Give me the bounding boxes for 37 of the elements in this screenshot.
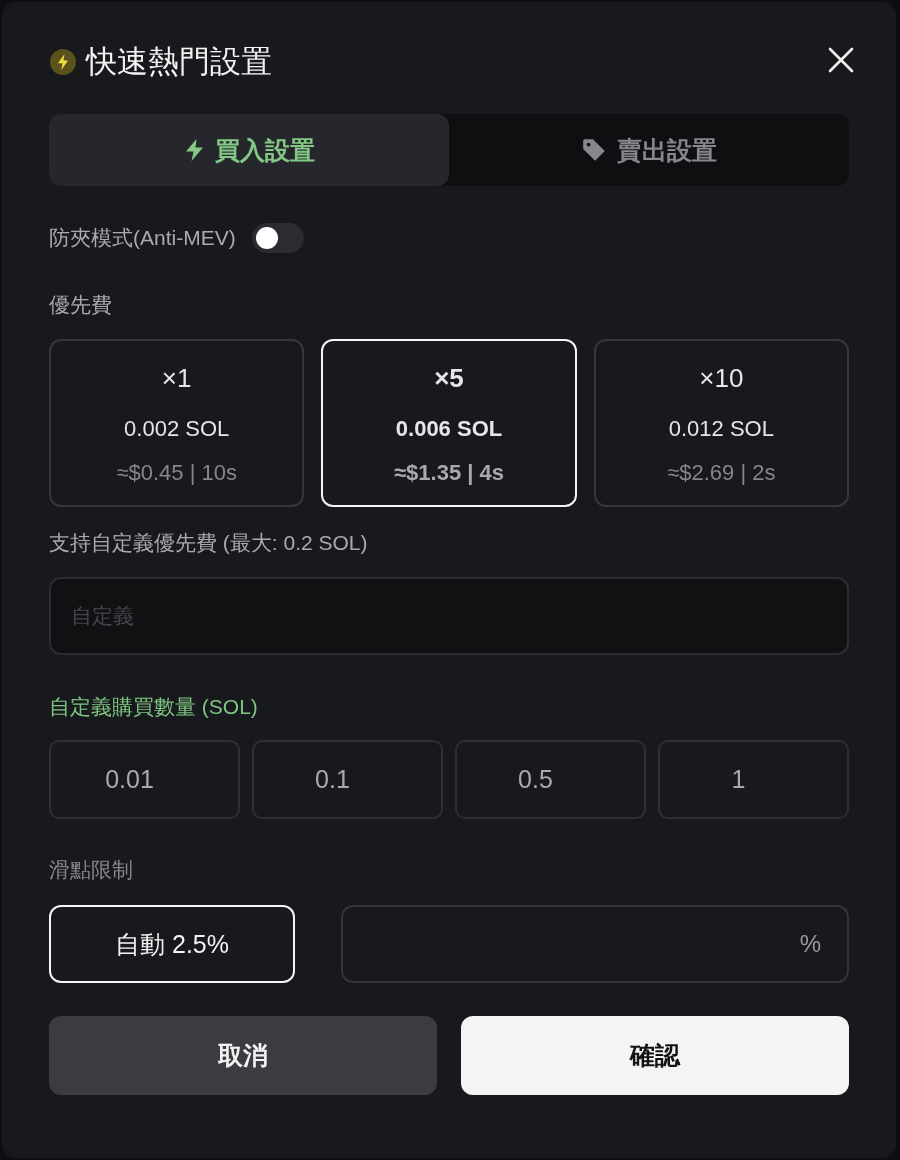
toggle-knob — [255, 227, 278, 249]
close-icon — [828, 47, 854, 73]
fee-option-card[interactable]: ×1 0.002 SOL ≈$0.45 | 10s — [49, 339, 305, 507]
cancel-button[interactable]: 取消 — [49, 1016, 437, 1095]
fee-amount: 0.006 SOL — [395, 415, 503, 443]
custom-fee-label: 支持自定義優先費 (最大: 0.2 SOL) — [49, 530, 369, 556]
tab[interactable]: 買入設置 — [49, 114, 449, 186]
section-label: 滑點限制 — [49, 857, 134, 883]
lightning-badge-icon — [50, 49, 76, 75]
anti-mev-toggle[interactable] — [251, 223, 304, 253]
dialog-title: 快速熱門設置 — [86, 43, 272, 81]
confirm-button[interactable]: 確認 — [461, 1016, 849, 1095]
slippage-field[interactable]: % — [341, 905, 849, 983]
fee-estimate: ≈$1.35 | 4s — [394, 459, 504, 487]
amount-button[interactable]: 0.5 — [455, 740, 646, 819]
auto-slippage-button[interactable]: 自動 2.5% — [49, 905, 295, 983]
section-label: 優先費 — [49, 292, 113, 318]
multiplier-text: ×5 — [434, 363, 464, 393]
tab[interactable]: 賣出設置 — [449, 114, 849, 186]
fee-amount: 0.012 SOL — [668, 415, 774, 443]
amount-button[interactable]: 1 — [658, 740, 849, 819]
multiplier-text: ×10 — [699, 363, 744, 393]
anti-mev-label: 防夾模式(Anti-MEV) — [49, 225, 236, 251]
amount-button[interactable]: 0.01 — [49, 740, 240, 819]
fee-amount: 0.002 SOL — [124, 415, 230, 443]
tag-icon — [581, 137, 607, 163]
lightning-icon — [183, 137, 205, 163]
custom-fee-input[interactable]: 自定義 — [49, 577, 849, 655]
fee-estimate: ≈$2.69 | 2s — [667, 459, 776, 487]
close-button[interactable] — [828, 47, 854, 73]
amount-button[interactable]: 0.1 — [252, 740, 443, 819]
percent-unit: % — [799, 930, 821, 958]
multiplier-text: ×1 — [161, 363, 192, 393]
fee-option-card[interactable]: ×5 0.006 SOL ≈$1.35 | 4s — [321, 339, 577, 507]
section-label: 自定義購買數量 (SOL) — [49, 694, 259, 720]
fee-estimate: ≈$0.45 | 10s — [116, 459, 237, 487]
fee-option-card[interactable]: ×10 0.012 SOL ≈$2.69 | 2s — [593, 339, 849, 507]
